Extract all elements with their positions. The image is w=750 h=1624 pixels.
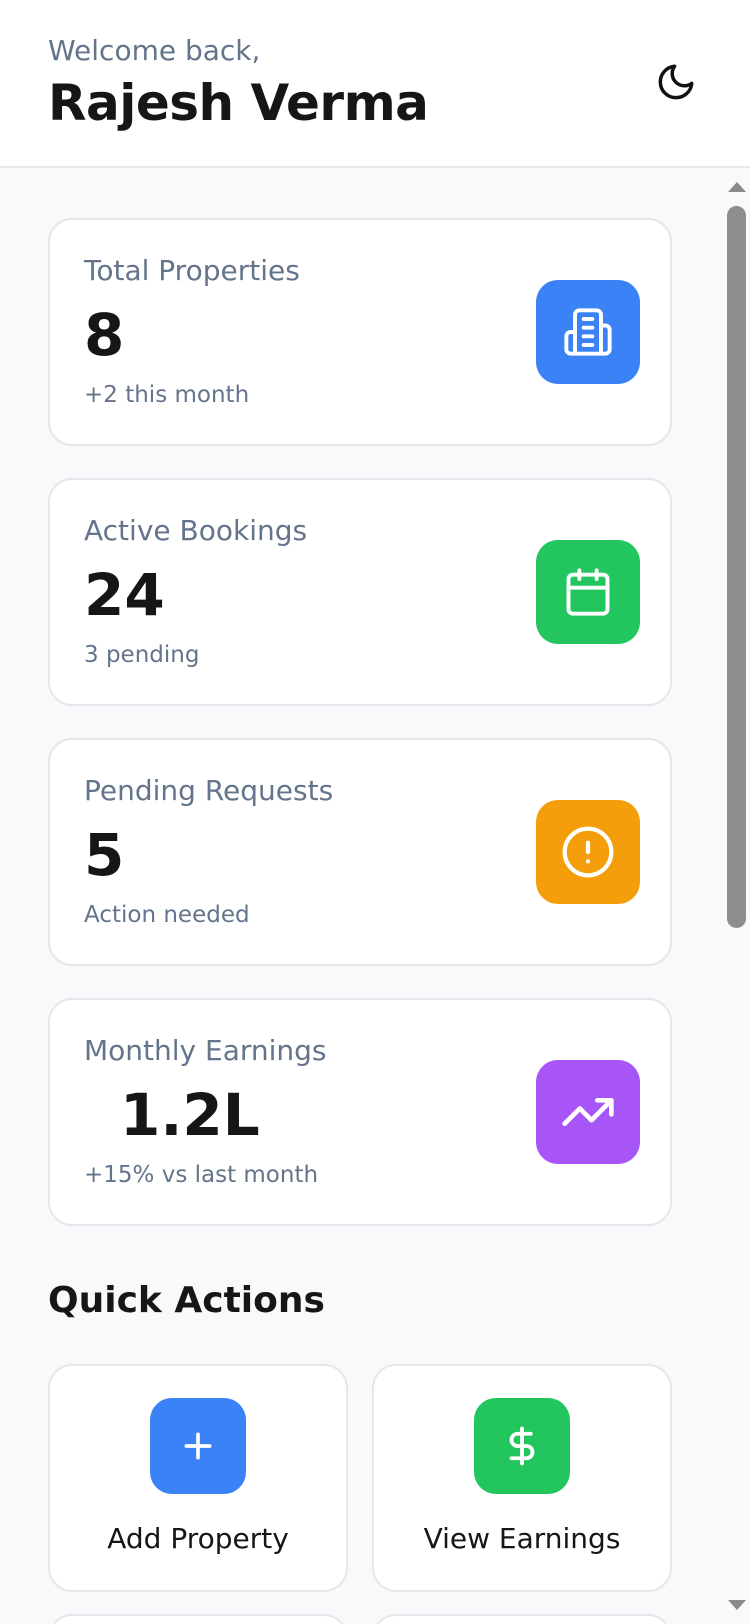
action-label: View Earnings <box>423 1522 621 1555</box>
action-card-partial[interactable] <box>372 1614 672 1624</box>
app-header: Welcome back, Rajesh Verma <box>0 0 750 168</box>
scrollbar-thumb[interactable] <box>727 206 746 928</box>
stat-card-active-bookings[interactable]: Active Bookings 24 3 pending <box>48 478 672 706</box>
moon-icon <box>655 61 697 107</box>
stat-card-total-properties[interactable]: Total Properties 8 +2 this month <box>48 218 672 446</box>
stat-subtext: +2 this month <box>84 382 250 408</box>
stat-subtext: Action needed <box>84 902 250 928</box>
trending-up-icon <box>536 1060 640 1164</box>
calendar-icon <box>536 540 640 644</box>
plus-icon <box>150 1398 246 1494</box>
welcome-text: Welcome back, <box>48 34 261 67</box>
stat-label: Total Properties <box>84 254 300 287</box>
scroll-up-arrow-icon[interactable] <box>728 182 746 192</box>
stat-value: 5 <box>84 821 125 889</box>
action-card-partial[interactable] <box>48 1614 348 1624</box>
dashboard-content: Total Properties 8 +2 this month Active … <box>0 170 724 1624</box>
stat-subtext: +15% vs last month <box>84 1162 319 1188</box>
stat-value: 8 <box>84 301 125 369</box>
stat-card-monthly-earnings[interactable]: Monthly Earnings 1.2L +15% vs last month <box>48 998 672 1226</box>
add-property-button[interactable]: Add Property <box>48 1364 348 1592</box>
stat-subtext: 3 pending <box>84 642 200 668</box>
dollar-icon <box>474 1398 570 1494</box>
theme-toggle-button[interactable] <box>652 60 700 108</box>
action-label: Add Property <box>107 1522 289 1555</box>
stat-card-pending-requests[interactable]: Pending Requests 5 Action needed <box>48 738 672 966</box>
building-icon <box>536 280 640 384</box>
stat-label: Pending Requests <box>84 774 334 807</box>
stat-value: 1.2L <box>120 1081 260 1149</box>
view-earnings-button[interactable]: View Earnings <box>372 1364 672 1592</box>
stat-value: 24 <box>84 561 165 629</box>
quick-actions-title: Quick Actions <box>48 1280 325 1321</box>
alert-circle-icon <box>536 800 640 904</box>
scroll-down-arrow-icon[interactable] <box>728 1600 746 1610</box>
scrollbar[interactable] <box>724 170 750 1624</box>
user-name: Rajesh Verma <box>48 74 429 132</box>
stat-label: Monthly Earnings <box>84 1034 327 1067</box>
stat-label: Active Bookings <box>84 514 308 547</box>
